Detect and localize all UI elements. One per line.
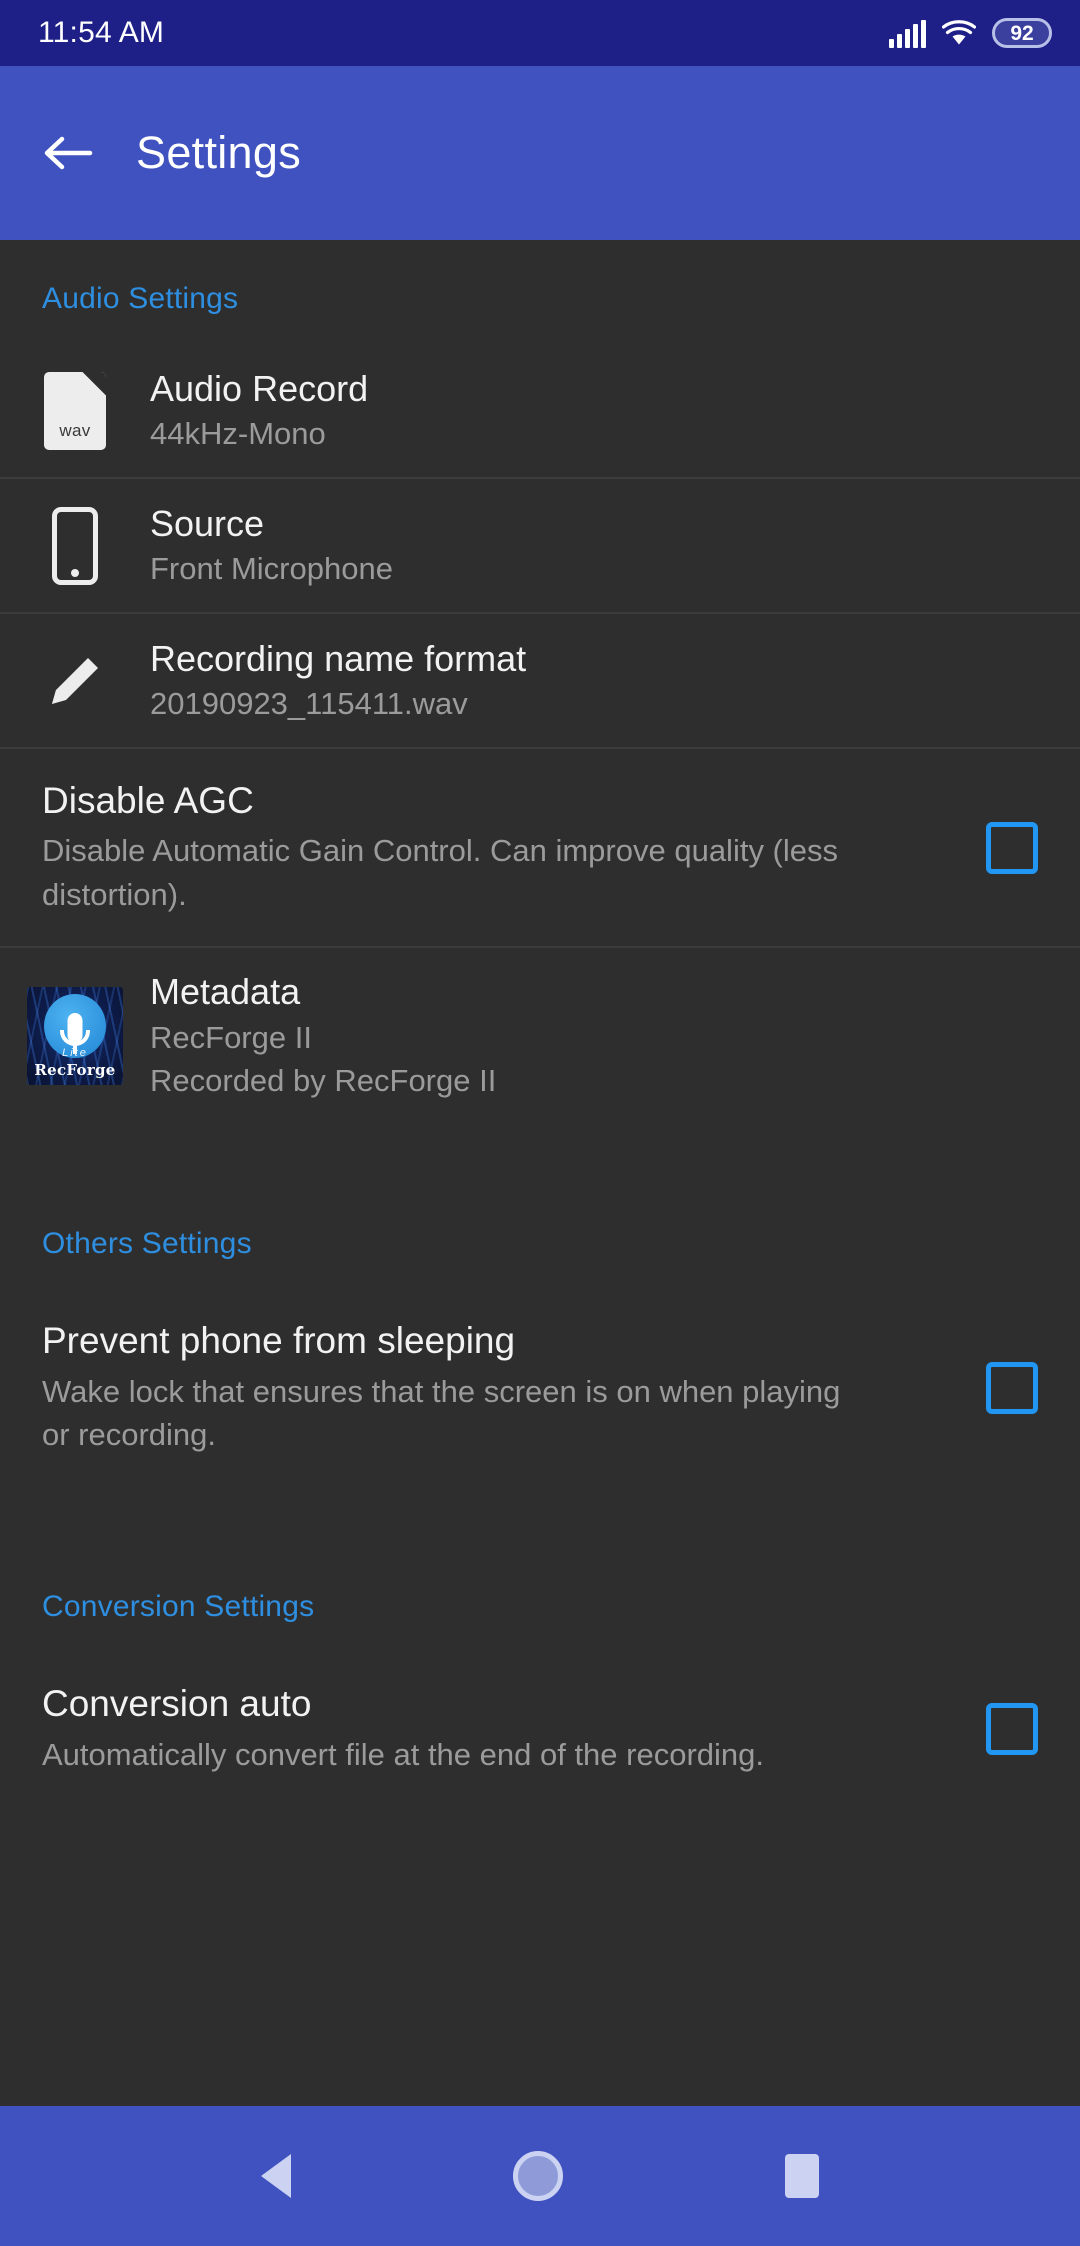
source-title: Source	[150, 503, 265, 545]
recording-name-format-title: Recording name format	[150, 638, 527, 680]
wav-file-icon-label: wav	[59, 420, 91, 440]
recforge-app-icon-cell: Lite RecForge	[0, 986, 150, 1085]
section-header-conversion: Conversion Settings	[42, 1590, 315, 1624]
metadata-title: Metadata	[150, 971, 301, 1013]
setting-row-prevent-sleep[interactable]: Prevent phone from sleeping Wake lock th…	[0, 1289, 1080, 1486]
audio-record-title: Audio Record	[150, 368, 369, 410]
prevent-sleep-text: Prevent phone from sleeping Wake lock th…	[42, 1319, 962, 1456]
wav-file-icon: wav	[44, 371, 106, 450]
source-text: Source Front Microphone	[150, 502, 393, 589]
status-bar-clock: 11:54 AM	[38, 16, 165, 49]
battery-icon: 92	[992, 18, 1052, 48]
signal-bars-icon	[889, 20, 926, 48]
section-header-others: Others Settings	[42, 1227, 252, 1261]
audio-record-value: 44kHz-Mono	[150, 416, 326, 452]
prevent-sleep-title: Prevent phone from sleeping	[42, 1320, 516, 1362]
settings-screen: 11:54 AM 92 Settings Audio Settings wav …	[0, 0, 1080, 2246]
conversion-auto-description: Automatically convert file at the end of…	[42, 1736, 765, 1772]
conversion-auto-title: Conversion auto	[42, 1683, 312, 1725]
settings-content: Audio Settings wav Audio Record 44kHz-Mo…	[0, 240, 1080, 2100]
app-bar: Settings	[0, 66, 1080, 240]
disable-agc-title: Disable AGC	[42, 780, 254, 821]
back-arrow-icon[interactable]	[40, 125, 96, 181]
prevent-sleep-checkbox[interactable]	[986, 1361, 1038, 1414]
pencil-edit-icon	[40, 646, 110, 716]
metadata-text: Metadata RecForge II Recorded by RecForg…	[150, 970, 496, 1101]
setting-row-recording-name-format[interactable]: Recording name format 20190923_115411.wa…	[0, 614, 1080, 747]
smartphone-icon-cell	[0, 506, 150, 585]
recforge-app-icon: Lite RecForge	[27, 986, 123, 1085]
metadata-value-2: Recorded by RecForge II	[150, 1063, 497, 1099]
disable-agc-description: Disable Automatic Gain Control. Can impr…	[42, 833, 839, 912]
setting-row-metadata[interactable]: Lite RecForge Metadata RecForge II Recor…	[0, 948, 1080, 1123]
recording-name-format-value: 20190923_115411.wav	[150, 686, 468, 722]
setting-row-source[interactable]: Source Front Microphone	[0, 479, 1080, 612]
recording-name-format-text: Recording name format 20190923_115411.wa…	[150, 637, 526, 724]
recforge-icon-brand: RecForge	[34, 1060, 116, 1079]
nav-recents-icon[interactable]	[785, 2154, 819, 2198]
prevent-sleep-description: Wake lock that ensures that the screen i…	[42, 1373, 841, 1452]
setting-row-conversion-auto[interactable]: Conversion auto Automatically convert fi…	[0, 1652, 1080, 1806]
battery-level: 92	[1010, 21, 1034, 45]
nav-back-icon[interactable]	[261, 2154, 291, 2198]
disable-agc-checkbox[interactable]	[986, 821, 1038, 874]
audio-record-text: Audio Record 44kHz-Mono	[150, 367, 368, 454]
page-title: Settings	[136, 127, 301, 178]
conversion-auto-text: Conversion auto Automatically convert fi…	[42, 1682, 962, 1776]
setting-row-audio-record[interactable]: wav Audio Record 44kHz-Mono	[0, 344, 1080, 477]
source-value: Front Microphone	[150, 551, 393, 587]
wav-file-icon-cell: wav	[0, 371, 150, 450]
section-header-audio: Audio Settings	[42, 282, 239, 315]
pencil-edit-icon-cell	[0, 646, 150, 716]
status-bar: 11:54 AM 92	[0, 0, 1080, 66]
metadata-value-1: RecForge II	[150, 1019, 312, 1055]
smartphone-icon	[52, 506, 98, 585]
disable-agc-text: Disable AGC Disable Automatic Gain Contr…	[42, 779, 962, 916]
android-nav-bar	[0, 2100, 1080, 2246]
wifi-icon	[941, 20, 977, 48]
setting-row-disable-agc[interactable]: Disable AGC Disable Automatic Gain Contr…	[0, 749, 1080, 946]
recforge-icon-edition: Lite	[62, 1047, 88, 1060]
nav-home-icon[interactable]	[513, 2151, 563, 2201]
status-bar-icons: 92	[889, 18, 1052, 48]
conversion-auto-checkbox[interactable]	[986, 1703, 1038, 1756]
